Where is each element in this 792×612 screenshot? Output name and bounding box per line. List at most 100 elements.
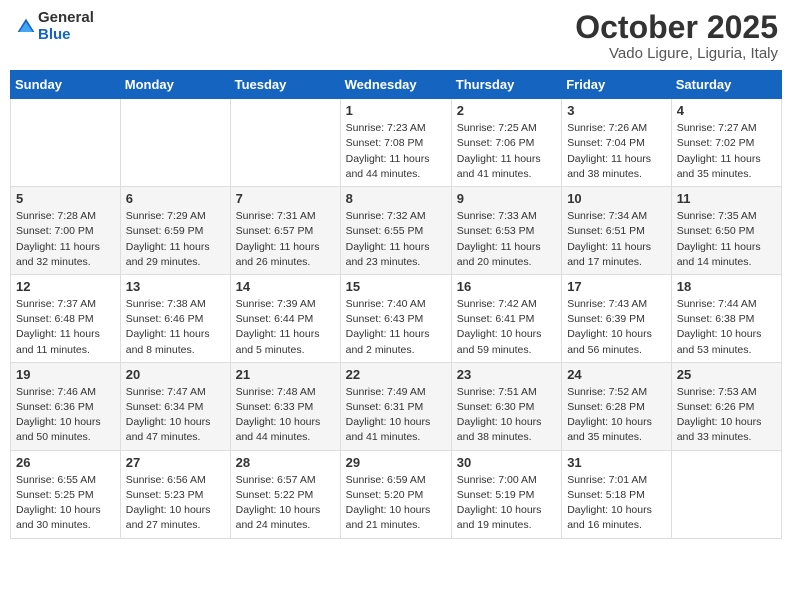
sunrise-text: Sunrise: 7:48 AM [236,386,316,398]
calendar-week-row: 12Sunrise: 7:37 AMSunset: 6:48 PMDayligh… [11,274,782,362]
location-subtitle: Vado Ligure, Liguria, Italy [575,45,778,62]
weekday-header: Thursday [451,71,561,99]
day-info: Sunrise: 7:42 AMSunset: 6:41 PMDaylight:… [457,297,556,358]
sunrise-text: Sunrise: 7:38 AM [126,298,206,310]
sunrise-text: Sunrise: 6:59 AM [346,474,426,486]
daylight-text: Daylight: 11 hours and 26 minutes. [236,241,320,268]
logo-general: General [38,10,94,27]
day-info: Sunrise: 7:32 AMSunset: 6:55 PMDaylight:… [346,209,446,270]
day-info: Sunrise: 7:39 AMSunset: 6:44 PMDaylight:… [236,297,335,358]
calendar-day-cell: 21Sunrise: 7:48 AMSunset: 6:33 PMDayligh… [230,362,340,450]
day-number: 7 [236,191,335,206]
day-info: Sunrise: 7:00 AMSunset: 5:19 PMDaylight:… [457,473,556,534]
sunset-text: Sunset: 6:39 PM [567,313,645,325]
sunset-text: Sunset: 5:20 PM [346,489,424,501]
calendar-day-cell [11,99,121,187]
day-number: 30 [457,455,556,470]
sunrise-text: Sunrise: 7:23 AM [346,122,426,134]
day-info: Sunrise: 7:01 AMSunset: 5:18 PMDaylight:… [567,473,666,534]
day-info: Sunrise: 7:26 AMSunset: 7:04 PMDaylight:… [567,121,666,182]
calendar-day-cell: 1Sunrise: 7:23 AMSunset: 7:08 PMDaylight… [340,99,451,187]
daylight-text: Daylight: 11 hours and 38 minutes. [567,153,651,180]
calendar-day-cell: 20Sunrise: 7:47 AMSunset: 6:34 PMDayligh… [120,362,230,450]
day-info: Sunrise: 7:51 AM Sunset: 6:30 PM Daylight:… [457,385,556,446]
calendar-day-cell: 14 Sunrise: 7:39 AMSunset: 6:44 PMDayligh… [230,274,340,362]
sunset-text: Sunset: 6:48 PM [16,313,94,325]
day-number: 25 [677,367,776,382]
daylight-text: Daylight: 10 hours and 19 minutes. [457,504,542,531]
calendar-day-cell: 2Sunrise: 7:25 AMSunset: 7:06 PMDaylight… [451,99,561,187]
title-block: October 2025 Vado Ligure, Liguria, Italy [575,10,778,62]
calendar-day-cell: 4Sunrise: 7:27 AMSunset: 7:02 PMDaylight… [671,99,781,187]
sunset-text: Sunset: 6:44 PM [236,313,314,325]
calendar-day-cell: 10Sunrise: 7:34 AMSunset: 6:51 PMDayligh… [562,187,672,275]
calendar-day-cell: 6Sunrise: 7:29 AMSunset: 6:59 PMDaylight… [120,187,230,275]
day-info: Sunrise: 7:33 AMSunset: 6:53 PMDaylight:… [457,209,556,270]
daylight-text: Daylight: 10 hours and 56 minutes. [567,328,652,355]
sunrise-text: Sunrise: 7:49 AM [346,386,426,398]
day-number: 15 [346,279,446,294]
sunrise-text: Sunrise: 7:31 AM [236,210,316,222]
calendar-table: SundayMondayTuesdayWednesdayThursdayFrid… [10,70,782,538]
day-number: 20 [126,367,225,382]
sunset-text: Sunset: 6:51 PM [567,225,645,237]
day-number: 12 [16,279,115,294]
day-info: Sunrise: 6:59 AMSunset: 5:20 PMDaylight:… [346,473,446,534]
calendar-day-cell [671,450,781,538]
sunrise-text: Sunrise: 7:32 AM [346,210,426,222]
day-number: 14 [236,279,335,294]
daylight-text: Daylight: 10 hours and 16 minutes. [567,504,652,531]
sunset-text: Sunset: 6:30 PM [457,401,535,413]
sunset-text: Sunset: 6:53 PM [457,225,535,237]
sunrise-text: Sunrise: 7:46 AM [16,386,96,398]
daylight-text: Daylight: 10 hours and 50 minutes. [16,416,101,443]
day-number: 17 [567,279,666,294]
sunset-text: Sunset: 5:18 PM [567,489,645,501]
calendar-day-cell: 17Sunrise: 7:43 AMSunset: 6:39 PMDayligh… [562,274,672,362]
calendar-day-cell: 9 Sunrise: 7:33 AMSunset: 6:53 PMDaylight… [451,187,561,275]
daylight-text: Daylight: 11 hours and 5 minutes. [236,328,320,355]
calendar-week-row: 5Sunrise: 7:28 AMSunset: 7:00 PMDaylight… [11,187,782,275]
calendar-day-cell: 24 Sunrise: 7:52 AMSunset: 6:28 PMDayligh… [562,362,672,450]
day-number: 13 [126,279,225,294]
daylight-text: Daylight: 10 hours and 41 minutes. [346,416,431,443]
calendar-week-row: 26Sunrise: 6:55 AMSunset: 5:25 PMDayligh… [11,450,782,538]
sunset-text: Sunset: 7:04 PM [567,137,645,149]
day-number: 9 [457,191,556,206]
sunrise-text: Sunrise: 7:51 AM [457,386,537,398]
day-number: 24 [567,367,666,382]
day-info: Sunrise: 7:29 AMSunset: 6:59 PMDaylight:… [126,209,225,270]
weekday-header: Monday [120,71,230,99]
sunset-text: Sunset: 6:43 PM [346,313,424,325]
calendar-day-cell: 12Sunrise: 7:37 AMSunset: 6:48 PMDayligh… [11,274,121,362]
day-number: 22 [346,367,446,382]
daylight-text: Daylight: 10 hours and 38 minutes. [457,416,542,443]
calendar-day-cell: 28 Sunrise: 6:57 AMSunset: 5:22 PMDayligh… [230,450,340,538]
daylight-text: Daylight: 11 hours and 8 minutes. [126,328,210,355]
day-number: 18 [677,279,776,294]
daylight-text: Daylight: 11 hours and 17 minutes. [567,241,651,268]
daylight-text: Daylight: 11 hours and 2 minutes. [346,328,430,355]
weekday-header: Friday [562,71,672,99]
sunrise-text: Sunrise: 7:40 AM [346,298,426,310]
sunset-text: Sunset: 5:22 PM [236,489,314,501]
weekday-header: Sunday [11,71,121,99]
calendar-day-cell [230,99,340,187]
day-info: Sunrise: 7:46 AMSunset: 6:36 PMDaylight:… [16,385,115,446]
weekday-header: Tuesday [230,71,340,99]
daylight-text: Daylight: 10 hours and 47 minutes. [126,416,211,443]
daylight-text: Daylight: 11 hours and 14 minutes. [677,241,761,268]
sunset-text: Sunset: 6:50 PM [677,225,755,237]
calendar-day-cell [120,99,230,187]
day-info: Sunrise: 6:57 AMSunset: 5:22 PMDaylight:… [236,473,335,534]
day-number: 5 [16,191,115,206]
daylight-text: Daylight: 11 hours and 44 minutes. [346,153,430,180]
sunset-text: Sunset: 6:33 PM [236,401,314,413]
sunrise-text: Sunrise: 7:53 AM [677,386,757,398]
calendar-day-cell: 30 Sunrise: 7:00 AMSunset: 5:19 PMDayligh… [451,450,561,538]
day-number: 8 [346,191,446,206]
day-number: 28 [236,455,335,470]
day-info: Sunrise: 7:52 AMSunset: 6:28 PMDaylight:… [567,385,666,446]
sunrise-text: Sunrise: 7:00 AM [457,474,537,486]
calendar-day-cell: 16Sunrise: 7:42 AMSunset: 6:41 PMDayligh… [451,274,561,362]
